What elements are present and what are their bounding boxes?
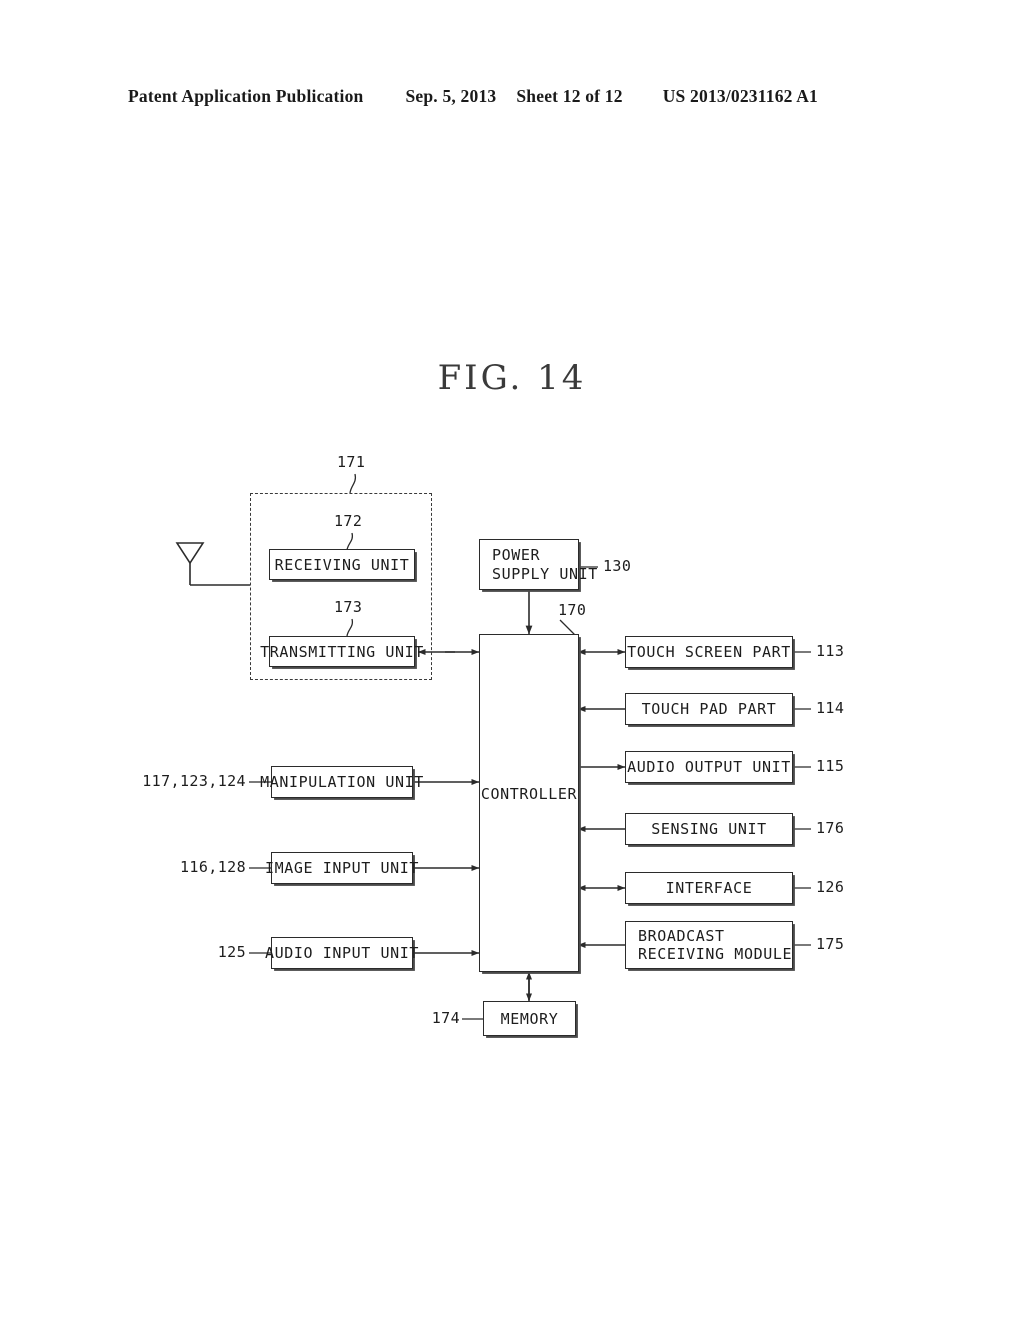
image-input-unit-box[interactable]: IMAGE INPUT UNIT (265, 852, 418, 884)
audio-input-unit-label: AUDIO INPUT UNIT (264, 944, 420, 962)
ref-130: 130 (603, 557, 632, 575)
broadcast-receiving-module-label-line2: RECEIVING MODULE (638, 945, 793, 963)
power-supply-unit-box[interactable]: POWER SUPPLY UNIT (479, 539, 597, 590)
touch-pad-part-box[interactable]: TOUCH PAD PART (625, 693, 793, 725)
ref-126: 126 (816, 878, 845, 896)
power-supply-unit-label-line2: SUPPLY UNIT (492, 564, 598, 583)
ref-171: 171 (337, 453, 366, 471)
transmitting-unit-box[interactable]: TRANSMITTING UNIT (260, 636, 423, 667)
broadcast-receiving-module-label-line1: BROADCAST (638, 926, 725, 945)
ref-176: 176 (816, 819, 845, 837)
interface-box[interactable]: INTERFACE (625, 872, 793, 904)
ref-125: 125 (217, 943, 246, 961)
controller-label: CONTROLLER (480, 785, 578, 803)
memory-box[interactable]: MEMORY (483, 1001, 576, 1036)
ref-115: 115 (816, 757, 845, 775)
ref-172: 172 (334, 512, 363, 530)
transmitting-unit-label: TRANSMITTING UNIT (260, 642, 424, 661)
manipulation-unit-label: MANIPULATION UNIT (260, 773, 424, 791)
ref-114: 114 (816, 699, 845, 717)
ref-174: 174 (431, 1009, 460, 1027)
ref-170: 170 (558, 601, 587, 619)
audio-input-unit-box[interactable]: AUDIO INPUT UNIT (265, 937, 418, 969)
ref-116-128: 116,128 (179, 858, 246, 876)
manipulation-unit-box[interactable]: MANIPULATION UNIT (260, 766, 423, 798)
sensing-unit-label: SENSING UNIT (651, 820, 767, 838)
image-input-unit-label: IMAGE INPUT UNIT (264, 859, 420, 877)
audio-output-unit-box[interactable]: AUDIO OUTPUT UNIT (625, 751, 793, 783)
ref-117-123-124: 117,123,124 (142, 772, 246, 790)
memory-label: MEMORY (500, 1009, 559, 1028)
audio-output-unit-label: AUDIO OUTPUT UNIT (627, 758, 791, 776)
ref-175: 175 (816, 935, 845, 953)
touch-pad-part-label: TOUCH PAD PART (641, 700, 777, 718)
antenna-symbol (175, 542, 250, 586)
ref-173: 173 (334, 598, 363, 616)
interface-label: INTERFACE (665, 879, 753, 897)
block-diagram: RECEIVING UNIT TRANSMITTING UNIT POWER S… (0, 0, 1024, 1320)
power-supply-unit-label-line1: POWER (492, 546, 541, 565)
broadcast-receiving-module-box[interactable]: BROADCAST RECEIVING MODULE (625, 921, 793, 969)
ref-113: 113 (816, 642, 845, 660)
touch-screen-part-box[interactable]: TOUCH SCREEN PART (625, 636, 793, 668)
touch-screen-part-label: TOUCH SCREEN PART (627, 643, 791, 661)
receiving-unit-box[interactable]: RECEIVING UNIT (269, 549, 415, 580)
receiving-unit-label: RECEIVING UNIT (274, 555, 410, 574)
sensing-unit-box[interactable]: SENSING UNIT (625, 813, 793, 845)
controller-box[interactable]: CONTROLLER (479, 634, 579, 972)
